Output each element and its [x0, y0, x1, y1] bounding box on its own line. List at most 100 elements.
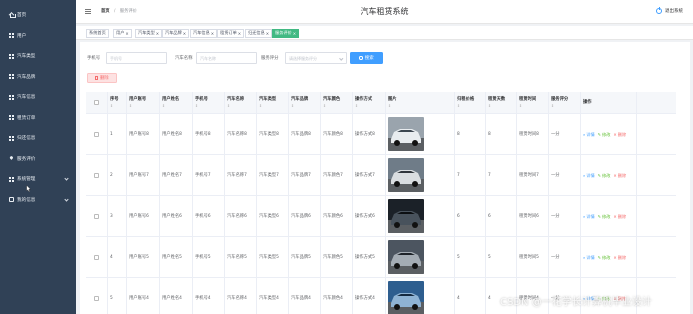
column-header[interactable]: 汽车名称 ⇕ [225, 92, 257, 113]
edit-button[interactable]: ✎ 修改 [598, 254, 611, 261]
sort-icon[interactable]: ⇕ [488, 103, 514, 110]
column-header[interactable]: 归租价格 ⇕ [455, 92, 486, 113]
sidebar-item[interactable]: 汽车品牌 [0, 67, 76, 88]
sort-icon[interactable]: ⇕ [259, 103, 286, 110]
tab-tag[interactable]: 汽车信息 × [190, 28, 218, 38]
grid-icon [9, 176, 14, 182]
batch-delete-label: 删除 [99, 76, 109, 81]
sort-icon[interactable]: ⇕ [291, 103, 318, 110]
batch-delete-button[interactable]: 删除 [87, 73, 117, 83]
sort-icon[interactable]: ⇕ [551, 103, 578, 110]
tab-tag[interactable]: 用户 × [113, 28, 132, 38]
tab-tag[interactable]: 租赁订单 × [217, 28, 245, 38]
car-photo[interactable] [388, 117, 424, 151]
close-icon[interactable]: × [125, 31, 128, 36]
delete-icon: ✕ [613, 213, 617, 219]
sort-icon[interactable]: ⇕ [110, 103, 124, 110]
car-photo[interactable] [388, 281, 424, 314]
table-cell-phone: 手机号7 [193, 155, 225, 195]
sort-icon[interactable]: ⇕ [195, 103, 222, 110]
column-header[interactable]: 服务评分 ⇕ [549, 92, 581, 113]
table-cell-price: 7 [455, 155, 486, 195]
table-cell-phone: 手机号6 [193, 196, 225, 236]
sidebar-item-label: 租赁订单 [17, 115, 36, 121]
sidebar-item[interactable]: 用户 [0, 26, 76, 47]
table-cell-brand: 汽车品牌6 [289, 196, 321, 236]
column-header[interactable]: 图片 ⇕ [386, 92, 455, 113]
column-header[interactable]: 汽车颜色 ⇕ [321, 92, 353, 113]
sort-icon[interactable]: ⇕ [388, 103, 452, 110]
column-header[interactable]: 手机号 ⇕ [193, 92, 225, 113]
column-header-label: 图片 [388, 96, 397, 102]
row-checkbox[interactable] [94, 172, 99, 178]
sort-icon[interactable]: ⇕ [355, 103, 383, 110]
car-photo[interactable] [388, 199, 424, 233]
close-icon[interactable]: × [238, 31, 241, 36]
detail-button[interactable]: ⌕ 详情 [583, 172, 595, 179]
detail-button[interactable]: ⌕ 详情 [583, 254, 595, 261]
sort-icon[interactable]: ⇕ [227, 103, 254, 110]
column-header[interactable]: 用户账号 ⇕ [127, 92, 160, 113]
sidebar-item[interactable]: 归还信息 [0, 128, 76, 149]
close-icon[interactable]: × [293, 31, 296, 36]
table-cell-index: 4 [108, 237, 127, 277]
logout-button[interactable]: 退出系统 [656, 7, 683, 14]
column-header[interactable]: 序号 ⇕ [108, 92, 127, 113]
delete-button[interactable]: ✕ 删除 [613, 213, 626, 220]
delete-button[interactable]: ✕ 删除 [613, 131, 626, 138]
row-checkbox[interactable] [94, 213, 99, 219]
sort-icon[interactable]: ⇕ [519, 103, 546, 110]
column-header[interactable]: 汽车类型 ⇕ [257, 92, 289, 113]
column-header[interactable]: 操作方式 ⇕ [353, 92, 386, 113]
row-checkbox[interactable] [94, 254, 99, 260]
sidebar-item[interactable]: 服务评价 [0, 149, 76, 170]
table-cell-rating: 一分 [549, 237, 581, 277]
car-photo[interactable] [388, 158, 424, 192]
edit-button[interactable]: ✎ 修改 [598, 213, 611, 220]
tab-tag[interactable]: 系统首页 [86, 28, 109, 38]
close-icon[interactable]: × [266, 31, 269, 36]
tab-tag[interactable]: 汽车品牌 × [162, 28, 190, 38]
sidebar-item[interactable]: 汽车信息 [0, 87, 76, 108]
column-header[interactable]: 汽车品牌 ⇕ [289, 92, 321, 113]
table-cell-car_type: 汽车类型5 [257, 237, 289, 277]
tab-tag[interactable]: 汽车类型 × [135, 28, 163, 38]
edit-button[interactable]: ✎ 修改 [598, 172, 611, 179]
sidebar-item[interactable]: 首页 [0, 5, 76, 26]
tab-tag[interactable]: 归还信息 × [245, 28, 273, 38]
rating-select[interactable]: 请选择服务评分 [285, 52, 347, 64]
column-header[interactable]: 用户姓名 ⇕ [160, 92, 193, 113]
table-cell-image [386, 237, 455, 277]
phone-search-input[interactable]: 手机号 [106, 52, 167, 64]
close-icon[interactable]: × [156, 31, 159, 36]
car-name-search-input[interactable]: 汽车名称 [196, 52, 257, 64]
sort-icon[interactable]: ⇕ [323, 103, 350, 110]
sidebar-item[interactable]: 租赁订单 [0, 108, 76, 129]
select-all-checkbox[interactable] [94, 100, 99, 105]
detail-button[interactable]: ⌕ 详情 [583, 213, 595, 220]
row-checkbox[interactable] [94, 131, 99, 137]
sidebar-item[interactable]: 汽车类型 [0, 46, 76, 67]
edit-button[interactable]: ✎ 修改 [598, 131, 611, 138]
sort-icon[interactable]: ⇕ [129, 103, 157, 110]
car-photo[interactable] [388, 240, 424, 274]
sort-icon[interactable]: ⇕ [457, 103, 483, 110]
sidebar-item[interactable]: 系统管理 [0, 169, 76, 190]
column-header[interactable]: 租赁天数 ⇕ [486, 92, 517, 113]
close-icon[interactable]: × [211, 31, 214, 36]
chevron-down-icon [64, 176, 69, 181]
sidebar-item[interactable]: 我的信息 [0, 190, 76, 211]
edit-label: 修改 [602, 254, 611, 260]
sort-icon[interactable]: ⇕ [162, 103, 190, 110]
detail-button[interactable]: ⌕ 详情 [583, 131, 595, 138]
column-header[interactable]: 租赁时间 ⇕ [517, 92, 549, 113]
delete-button[interactable]: ✕ 删除 [613, 172, 626, 179]
row-checkbox[interactable] [94, 295, 99, 301]
column-header[interactable]: 操作 [581, 92, 637, 113]
search-button[interactable]: 搜索 [350, 52, 383, 64]
table-cell-color: 汽车颜色5 [321, 237, 353, 277]
detail-icon: ⌕ [583, 254, 586, 260]
tab-tag[interactable]: 服务评价 × [272, 28, 300, 38]
delete-button[interactable]: ✕ 删除 [613, 254, 626, 261]
close-icon[interactable]: × [183, 31, 186, 36]
